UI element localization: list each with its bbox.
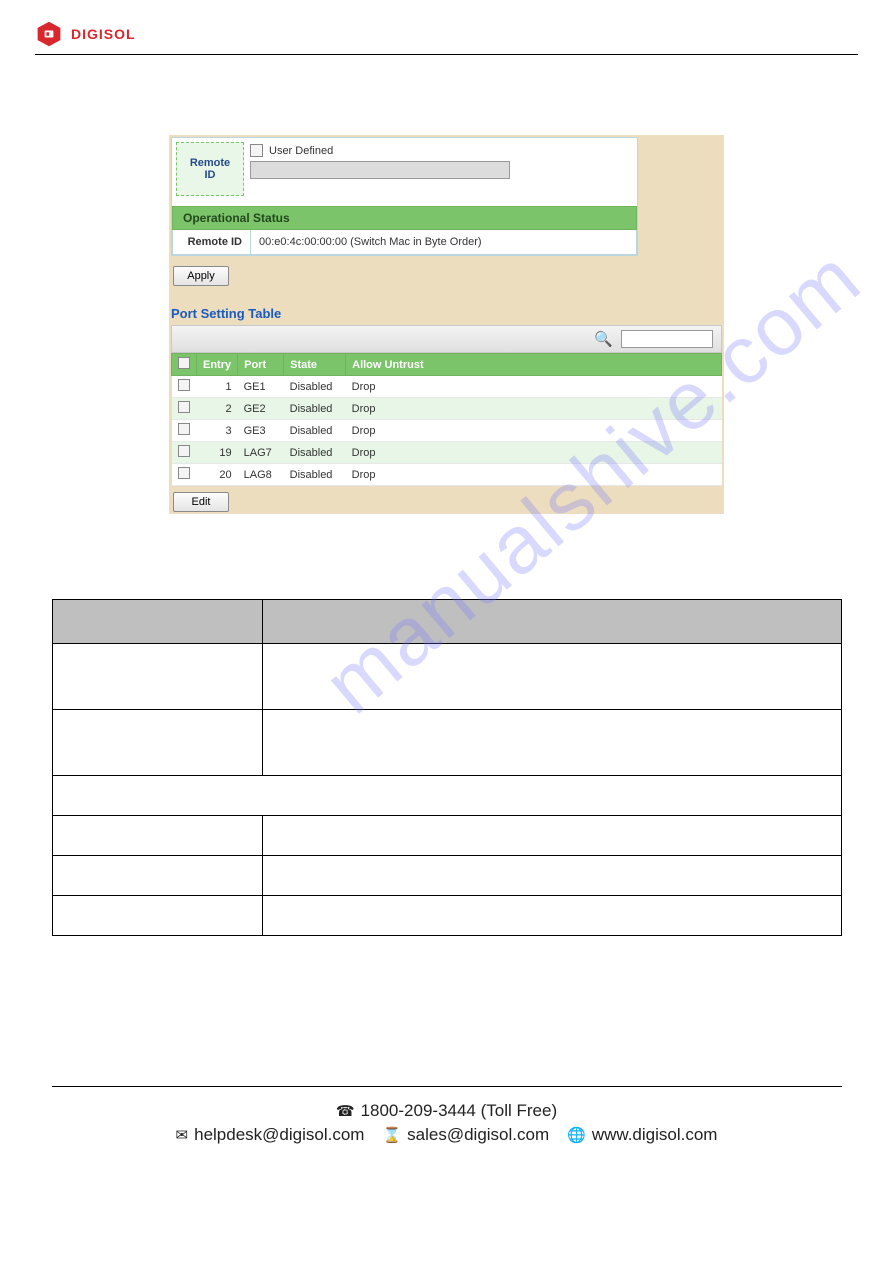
desc-header-1	[52, 600, 262, 644]
user-defined-label: User Defined	[269, 145, 333, 157]
remote-id-input-disabled	[250, 161, 510, 179]
search-input[interactable]	[621, 330, 713, 348]
cell-state: Disabled	[284, 442, 346, 464]
cell-state: Disabled	[284, 398, 346, 420]
phone-icon: ☎	[336, 1102, 355, 1120]
cell-port: LAG8	[238, 464, 284, 486]
cell-entry: 2	[197, 398, 238, 420]
brand-hex-icon	[35, 20, 63, 48]
table-row	[52, 644, 841, 710]
desc-header-2	[262, 600, 841, 644]
cell-port: LAG7	[238, 442, 284, 464]
footer: ☎ 1800-209-3444 (Toll Free) ✉ helpdesk@d…	[35, 1101, 858, 1145]
row-checkbox[interactable]	[178, 423, 190, 435]
header-rule	[35, 54, 858, 55]
cell-entry: 20	[197, 464, 238, 486]
helpdesk-email: helpdesk@digisol.com	[194, 1125, 364, 1145]
cell-allow-untrust: Drop	[346, 420, 722, 442]
table-row[interactable]: 2GE2DisabledDrop	[172, 398, 722, 420]
port-setting-table: Entry Port State Allow Untrust 1GE1Disab…	[171, 353, 722, 486]
table-row[interactable]: 20LAG8DisabledDrop	[172, 464, 722, 486]
cell-state: Disabled	[284, 464, 346, 486]
operational-status-header: Operational Status	[172, 206, 637, 230]
cell-allow-untrust: Drop	[346, 464, 722, 486]
select-all-checkbox[interactable]	[178, 357, 190, 369]
table-row	[52, 896, 841, 936]
row-checkbox[interactable]	[178, 379, 190, 391]
col-state: State	[284, 354, 346, 376]
table-row	[52, 710, 841, 776]
port-setting-title: Port Setting Table	[171, 306, 722, 321]
table-row[interactable]: 1GE1DisabledDrop	[172, 376, 722, 398]
cell-entry: 3	[197, 420, 238, 442]
table-row	[52, 776, 841, 816]
globe-icon: 🌐	[567, 1126, 586, 1144]
row-checkbox[interactable]	[178, 401, 190, 413]
table-row	[52, 856, 841, 896]
cell-allow-untrust: Drop	[346, 376, 722, 398]
edit-button[interactable]: Edit	[173, 492, 229, 512]
search-icon[interactable]: 🔍	[594, 330, 613, 348]
cell-state: Disabled	[284, 376, 346, 398]
screenshot: Remote ID User Defined Operational Statu…	[169, 135, 724, 514]
remote-id-label: Remote ID	[176, 142, 244, 196]
col-port: Port	[238, 354, 284, 376]
cell-state: Disabled	[284, 420, 346, 442]
user-defined-checkbox-row[interactable]: User Defined	[250, 144, 633, 157]
cell-port: GE3	[238, 420, 284, 442]
op-remote-id-value: 00:e0:4c:00:00:00 (Switch Mac in Byte Or…	[251, 230, 490, 254]
toll-free-number: 1800-209-3444 (Toll Free)	[361, 1101, 558, 1121]
description-table	[52, 599, 842, 936]
row-checkbox[interactable]	[178, 445, 190, 457]
table-row[interactable]: 19LAG7DisabledDrop	[172, 442, 722, 464]
hourglass-icon: ⌛	[382, 1126, 401, 1144]
col-entry: Entry	[197, 354, 238, 376]
table-row[interactable]: 3GE3DisabledDrop	[172, 420, 722, 442]
col-allow-untrust: Allow Untrust	[346, 354, 722, 376]
cell-entry: 19	[197, 442, 238, 464]
cell-allow-untrust: Drop	[346, 398, 722, 420]
cell-entry: 1	[197, 376, 238, 398]
row-checkbox[interactable]	[178, 467, 190, 479]
cell-allow-untrust: Drop	[346, 442, 722, 464]
brand-name: DIGISOL	[71, 26, 136, 42]
op-remote-id-label: Remote ID	[173, 230, 251, 254]
footer-rule	[52, 1086, 842, 1087]
website: www.digisol.com	[592, 1125, 718, 1145]
port-setting-toolbar: 🔍	[171, 325, 722, 353]
sales-email: sales@digisol.com	[407, 1125, 549, 1145]
apply-button[interactable]: Apply	[173, 266, 229, 286]
cell-port: GE1	[238, 376, 284, 398]
table-row	[52, 816, 841, 856]
brand-logo: DIGISOL	[35, 20, 858, 48]
user-defined-checkbox[interactable]	[250, 144, 263, 157]
mail-icon: ✉	[176, 1126, 189, 1144]
cell-port: GE2	[238, 398, 284, 420]
